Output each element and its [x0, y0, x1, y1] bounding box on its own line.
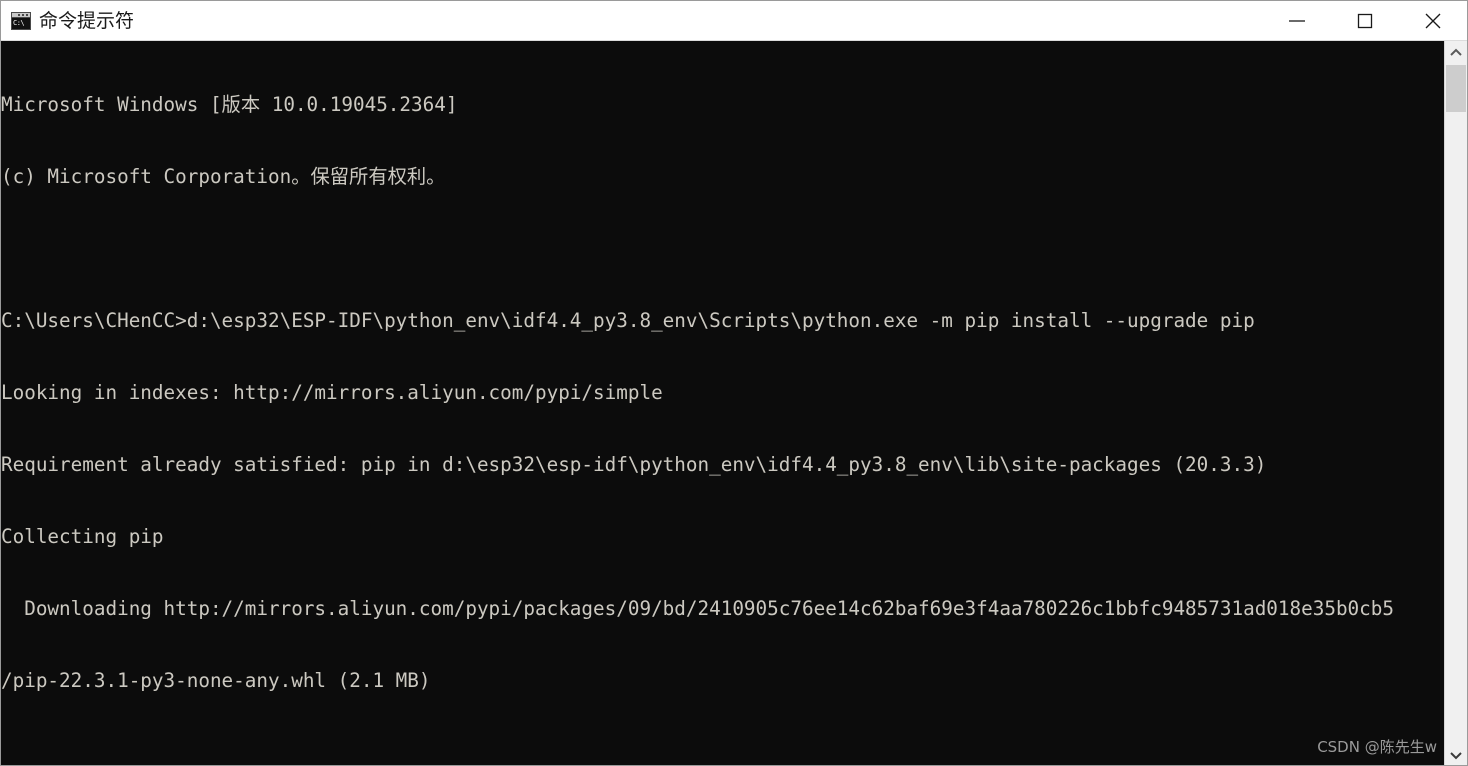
- scrollbar-thumb[interactable]: [1446, 65, 1466, 112]
- window-title: 命令提示符: [39, 9, 135, 32]
- cmd-window: C:\ 命令提示符 Microsoft Windows [版本 10.0.190…: [0, 0, 1468, 766]
- console-line: Downloading http://mirrors.aliyun.com/py…: [1, 597, 1394, 620]
- console-command-line: C:\Users\CHenCC>d:\esp32\ESP-IDF\python_…: [1, 309, 1255, 332]
- scroll-up-arrow-icon[interactable]: [1445, 41, 1467, 63]
- console-line: Microsoft Windows [版本 10.0.19045.2364]: [1, 93, 458, 116]
- maximize-button[interactable]: [1331, 1, 1399, 40]
- console-line: Requirement already satisfied: pip in d:…: [1, 453, 1267, 476]
- close-button[interactable]: [1399, 1, 1467, 40]
- console-line: Collecting pip: [1, 525, 164, 548]
- minimize-button[interactable]: [1263, 1, 1331, 40]
- title-bar: C:\ 命令提示符: [1, 1, 1467, 41]
- console-output[interactable]: Microsoft Windows [版本 10.0.19045.2364] (…: [1, 41, 1444, 765]
- console-line: /pip-22.3.1-py3-none-any.whl (2.1 MB): [1, 669, 431, 692]
- cmd-icon: C:\: [11, 11, 31, 30]
- console-line: Looking in indexes: http://mirrors.aliyu…: [1, 381, 663, 404]
- scroll-down-arrow-icon[interactable]: [1445, 744, 1467, 765]
- console-line: (c) Microsoft Corporation。保留所有权利。: [1, 165, 446, 188]
- cmd-icon-screen-text: C:\: [12, 17, 30, 29]
- vertical-scrollbar[interactable]: [1444, 41, 1467, 765]
